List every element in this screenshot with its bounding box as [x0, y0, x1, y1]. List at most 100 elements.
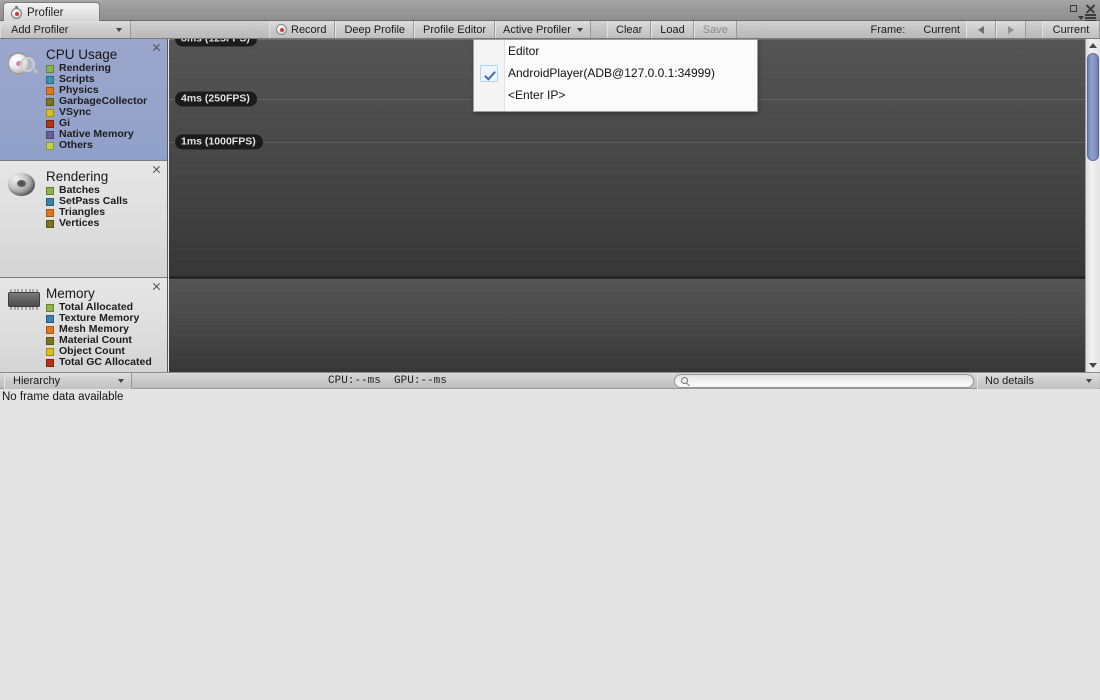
legend-swatch: [46, 219, 54, 228]
toolbar-spacer-3: [1026, 21, 1042, 38]
legend-swatch: [46, 130, 54, 139]
legend-swatch: [46, 108, 54, 117]
legend-item: Others: [46, 140, 147, 151]
search-box[interactable]: [674, 373, 974, 388]
deep-profile-label: Deep Profile: [344, 23, 406, 36]
legend-label: Total GC Allocated: [59, 356, 152, 368]
gridline: [169, 142, 1085, 143]
record-button[interactable]: Record: [269, 21, 336, 38]
profiler-modules-column[interactable]: CPU Usage Rendering Scripts Physics Garb…: [0, 39, 168, 372]
add-profiler-label: Add Profiler: [11, 23, 69, 36]
deep-profile-button[interactable]: Deep Profile: [335, 21, 415, 38]
scroll-down-icon[interactable]: [1086, 359, 1100, 372]
module-cpu-usage[interactable]: CPU Usage Rendering Scripts Physics Garb…: [0, 39, 167, 161]
frame-indicator: Frame: Current: [864, 21, 966, 38]
view-mode-label: Hierarchy: [13, 374, 61, 387]
module-legend: Batches SetPass Calls Triangles Vertices: [46, 185, 128, 229]
legend-swatch: [46, 186, 54, 195]
graph-vertical-scrollbar[interactable]: [1085, 39, 1100, 372]
window-buttons: [1070, 3, 1096, 14]
clear-label: Clear: [616, 23, 643, 36]
previous-frame-icon[interactable]: [966, 21, 996, 38]
menu-item-label: Editor: [508, 44, 540, 58]
menu-item-androidplayer[interactable]: AndroidPlayer(ADB@127.0.0.1:34999): [474, 62, 757, 84]
module-title: Memory: [46, 286, 95, 301]
legend-swatch: [46, 336, 54, 345]
legend-swatch: [46, 97, 54, 106]
profiler-toolbar: Add Profiler Record Deep Profile Profile…: [0, 21, 1100, 39]
maximize-icon[interactable]: [1070, 5, 1077, 12]
module-legend: Rendering Scripts Physics GarbageCollect…: [46, 63, 147, 151]
scroll-up-icon[interactable]: [1086, 39, 1100, 52]
chevron-down-icon: [116, 28, 122, 32]
legend-swatch: [46, 119, 54, 128]
legend-swatch: [46, 197, 54, 206]
view-mode-dropdown[interactable]: Hierarchy: [4, 372, 132, 389]
frame-details-area: No frame data available: [0, 389, 1100, 700]
chevron-down-icon: [577, 28, 583, 32]
cpu-gpu-readout: CPU:--ms GPU:--ms: [328, 374, 447, 387]
clear-button[interactable]: Clear: [607, 21, 652, 38]
memory-icon: [6, 288, 44, 312]
gridline-label: 1ms (1000FPS): [175, 134, 263, 150]
legend-swatch: [46, 64, 54, 73]
details-mode-dropdown[interactable]: No details: [977, 372, 1099, 389]
check-icon: [480, 65, 498, 82]
close-icon[interactable]: [1085, 3, 1096, 14]
window-titlebar: Profiler: [0, 0, 1100, 22]
details-toolbar: Hierarchy CPU:--ms GPU:--ms No details: [0, 372, 1100, 389]
save-button: Save: [693, 21, 737, 38]
rendering-icon: [6, 171, 44, 199]
toolbar-spacer-2: [591, 21, 607, 38]
tab-profiler[interactable]: Profiler: [3, 2, 100, 22]
profile-editor-button[interactable]: Profile Editor: [414, 21, 495, 38]
menu-item-label: AndroidPlayer(ADB@127.0.0.1:34999): [508, 66, 715, 80]
close-icon[interactable]: [152, 282, 161, 291]
legend-swatch: [46, 86, 54, 95]
save-label: Save: [702, 23, 728, 36]
toolbar-spacer: [131, 21, 269, 38]
legend-swatch: [46, 141, 54, 150]
legend-swatch: [46, 325, 54, 334]
module-title: Rendering: [46, 169, 109, 184]
gridline-label: 4ms (250FPS): [175, 91, 257, 107]
current-frame-button[interactable]: Current: [1042, 21, 1100, 38]
tab-profiler-label: Profiler: [27, 6, 64, 19]
load-button[interactable]: Load: [651, 21, 694, 38]
add-profiler-dropdown[interactable]: Add Profiler: [0, 21, 131, 38]
legend-swatch: [46, 347, 54, 356]
legend-swatch: [46, 303, 54, 312]
current-frame-label: Current: [1052, 23, 1090, 36]
load-label: Load: [660, 23, 685, 36]
close-icon[interactable]: [152, 165, 161, 174]
search-icon: [681, 377, 688, 384]
details-mode-label: No details: [985, 374, 1034, 387]
legend-label: Others: [59, 139, 93, 151]
active-profiler-dropdown[interactable]: Active Profiler: [495, 21, 591, 38]
close-icon[interactable]: [152, 43, 161, 52]
rendering-graph[interactable]: [169, 279, 1085, 372]
scrollbar-thumb[interactable]: [1087, 53, 1099, 161]
module-rendering[interactable]: Rendering Batches SetPass Calls Triangle…: [0, 161, 167, 278]
next-frame-icon[interactable]: [996, 21, 1026, 38]
frame-value: Current: [923, 23, 960, 36]
active-profiler-label: Active Profiler: [503, 23, 571, 36]
menu-item-enter-ip[interactable]: <Enter IP>: [474, 84, 757, 106]
active-profiler-menu[interactable]: Editor AndroidPlayer(ADB@127.0.0.1:34999…: [473, 39, 758, 112]
menu-item-editor[interactable]: Editor: [474, 40, 757, 62]
cpu-usage-icon: [6, 49, 44, 79]
legend-swatch: [46, 208, 54, 217]
profiler-window: Profiler Add Profiler Record Deep Profil…: [0, 0, 1100, 700]
legend-label: Vertices: [59, 217, 100, 229]
menu-item-label: <Enter IP>: [508, 88, 566, 102]
search-input[interactable]: [692, 373, 956, 388]
module-legend: Total Allocated Texture Memory Mesh Memo…: [46, 302, 152, 368]
module-memory[interactable]: Memory Total Allocated Texture Memory Me…: [0, 278, 167, 372]
chevron-down-icon: [1086, 378, 1092, 383]
no-frame-data-message: No frame data available: [2, 391, 124, 403]
profile-editor-label: Profile Editor: [423, 23, 486, 36]
legend-item: Vertices: [46, 218, 128, 229]
legend-swatch: [46, 75, 54, 84]
record-label: Record: [291, 23, 327, 36]
legend-item: Total GC Allocated: [46, 357, 152, 368]
